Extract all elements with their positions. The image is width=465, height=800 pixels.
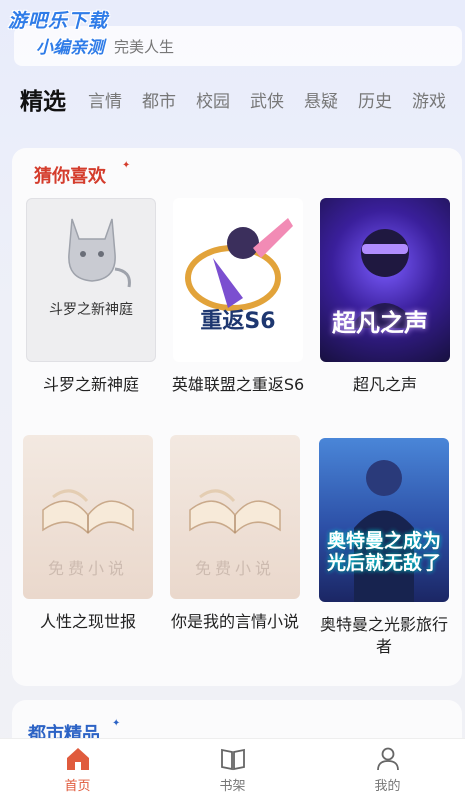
category-tabs: 精选 言情 都市 校园 武侠 悬疑 历史 游戏 bbox=[0, 78, 465, 120]
book-cover[interactable]: 斗罗之新神庭 bbox=[26, 198, 156, 362]
tab-featured[interactable]: 精选 bbox=[20, 82, 66, 116]
book-item[interactable]: 免费小说 人性之现世报 bbox=[22, 435, 154, 633]
sparkle-icon: ✦ bbox=[122, 160, 131, 171]
tab-history[interactable]: 历史 bbox=[358, 87, 392, 112]
book-cover-text: 奥特曼之成为光后就无敌了 bbox=[326, 530, 441, 574]
book-cover[interactable]: 奥特曼之成为光后就无敌了 bbox=[319, 438, 449, 602]
book-icon bbox=[220, 748, 245, 771]
cat-illustration-icon bbox=[68, 218, 131, 288]
book-title[interactable]: 你是我的言情小说 bbox=[167, 611, 303, 633]
recommend-section: 猜你喜欢 ✦ 斗罗之新神庭 斗罗之新神庭 重返S6 英雄联盟之重返S6 超凡之声… bbox=[12, 148, 462, 686]
tab-martial[interactable]: 武侠 bbox=[250, 87, 284, 112]
book-title[interactable]: 人性之现世报 bbox=[20, 611, 156, 633]
book-title[interactable]: 斗罗之新神庭 bbox=[23, 374, 159, 396]
nav-mine[interactable]: 我的 bbox=[338, 745, 438, 794]
book-title[interactable]: 英雄联盟之重返S6 bbox=[170, 374, 306, 396]
book-item[interactable]: 重返S6 英雄联盟之重返S6 bbox=[172, 198, 304, 396]
nav-bookshelf[interactable]: 书架 bbox=[183, 745, 283, 794]
section-title-recommend: 猜你喜欢 bbox=[34, 166, 106, 187]
tab-campus[interactable]: 校园 bbox=[196, 87, 230, 112]
cover-illustration-icon bbox=[354, 460, 414, 602]
nav-mine-label: 我的 bbox=[374, 779, 401, 794]
book-cover-text: 免费小说 bbox=[47, 559, 128, 578]
book-cover-text: 斗罗之新神庭 bbox=[49, 302, 133, 318]
book-title[interactable]: 超凡之声 bbox=[317, 374, 453, 396]
book-item[interactable]: 免费小说 你是我的言情小说 bbox=[169, 435, 301, 633]
book-cover-text: 超凡之声 bbox=[332, 309, 428, 337]
book-cover[interactable]: 重返S6 bbox=[173, 198, 303, 362]
book-item[interactable]: 斗罗之新神庭 斗罗之新神庭 bbox=[25, 198, 157, 396]
watermark-logo: 游吧乐下载 小编亲测 bbox=[8, 6, 108, 58]
tab-mystery[interactable]: 悬疑 bbox=[304, 87, 338, 112]
cover-illustration-icon: 重返S6 bbox=[185, 218, 293, 334]
open-book-icon bbox=[42, 489, 134, 535]
book-item[interactable]: 奥特曼之成为光后就无敌了 奥特曼之光影旅行者 bbox=[318, 438, 450, 658]
sparkle-icon: ✦ bbox=[112, 718, 121, 729]
book-item[interactable]: 超凡之声 超凡之声 bbox=[319, 198, 451, 396]
book-cover-text: 免费小说 bbox=[194, 559, 275, 578]
bottom-nav: 首页 书架 我的 bbox=[0, 738, 465, 800]
nav-home[interactable]: 首页 bbox=[28, 745, 128, 794]
tab-game[interactable]: 游戏 bbox=[412, 87, 446, 112]
book-cover[interactable]: 免费小说 bbox=[23, 435, 153, 599]
watermark-line1: 游吧乐下载 bbox=[8, 10, 109, 32]
open-book-icon bbox=[189, 489, 281, 535]
search-hint-text: 完美人生 bbox=[114, 37, 175, 56]
tab-urban[interactable]: 都市 bbox=[142, 87, 176, 112]
nav-bookshelf-label: 书架 bbox=[219, 779, 246, 794]
book-title[interactable]: 奥特曼之光影旅行者 bbox=[316, 614, 452, 658]
book-cover[interactable]: 超凡之声 bbox=[320, 198, 450, 362]
tab-romance[interactable]: 言情 bbox=[88, 87, 122, 112]
watermark-line2: 小编亲测 bbox=[36, 38, 104, 58]
user-icon bbox=[376, 747, 399, 771]
svg-text:重返S6: 重返S6 bbox=[200, 309, 275, 334]
home-icon bbox=[66, 748, 89, 770]
nav-home-label: 首页 bbox=[64, 779, 91, 794]
book-cover[interactable]: 免费小说 bbox=[170, 435, 300, 599]
